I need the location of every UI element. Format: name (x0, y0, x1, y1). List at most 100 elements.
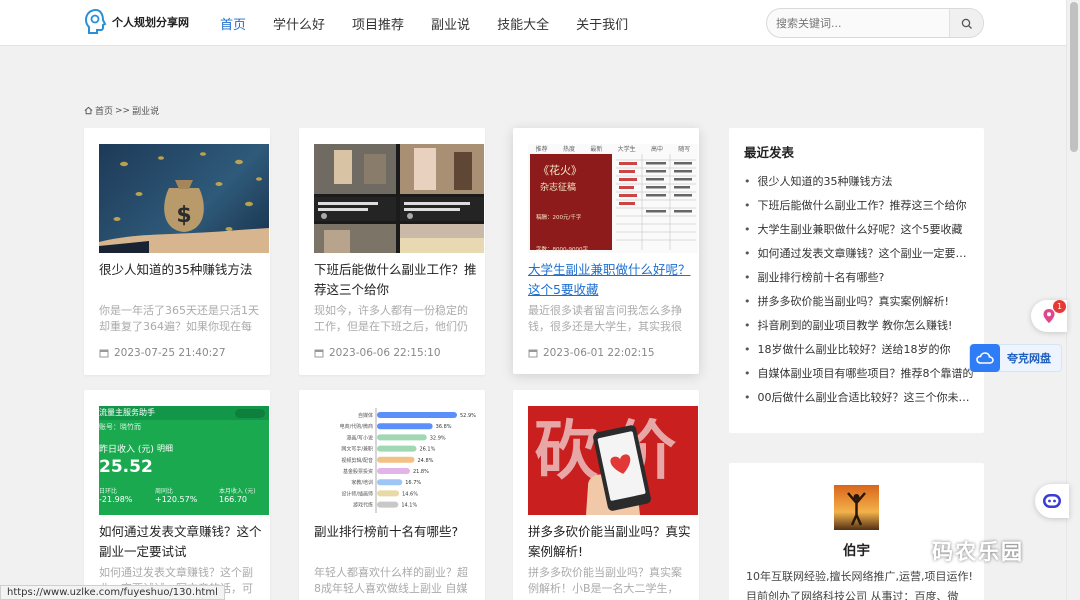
recent-post-link[interactable]: 副业排行榜前十名有哪些? (744, 270, 974, 294)
nav-home[interactable]: 首页 (220, 14, 246, 33)
nav-side-business[interactable]: 副业说 (431, 14, 470, 33)
wechat-watermark: 码农乐园 (890, 536, 1024, 566)
ranking-bar (377, 501, 399, 508)
article-title[interactable]: 下班后能做什么副业工作？推荐这三个给你 (314, 260, 484, 300)
article-title[interactable]: 很少人知道的35种赚钱方法 (99, 260, 269, 280)
assistant-float-button[interactable] (1035, 484, 1069, 518)
ranking-label: 漫画/写小说 (346, 434, 373, 441)
ranking-value: 14.1% (401, 503, 417, 509)
article-summary: 你是一年活了365天还是只活1天却重复了364遍？如果你现在每天感到 (99, 304, 259, 333)
article-card[interactable]: 自媒体 52.9% 电商/代购/微商 36.8% 漫画/写小说 32.9% 网文写手/兼职 2… (299, 390, 485, 600)
article-title[interactable]: 如何通过发表文章赚钱？这个副业一定要试试 (99, 522, 269, 562)
article-title[interactable]: 拼多多砍价能当副业吗？真实案例解析! (528, 522, 698, 562)
recent-post-link[interactable]: 如何通过发表文章赚钱？这个副业一定要试试 (744, 246, 975, 270)
article-card[interactable]: 流量主服务助手 账号：晓竹而 昨日收入 (元) 明细 25.52 日环比 周同比… (84, 390, 270, 600)
nav-project-recommend[interactable]: 项目推荐 (352, 14, 404, 33)
article-date-text: 2023-06-01 22:02:15 (543, 347, 655, 359)
phone-hand-image (586, 425, 651, 515)
earnings-topbar: 流量主服务助手 (99, 406, 269, 420)
author-widget: 伯宇 10年互联网经验,擅长网络推广,运营,项目运作!目前创办了网络科技公司 从… (729, 463, 984, 600)
ranking-bar (377, 434, 427, 441)
calendar-icon (528, 349, 538, 358)
ranking-bar (377, 412, 457, 418)
search-input[interactable] (767, 9, 950, 37)
home-icon (84, 106, 93, 115)
recent-post-link[interactable]: 抖音刷到的副业项目教学 教你怎么赚钱! (744, 318, 974, 342)
article-card[interactable]: 砍价 拼多多砍价能当副业吗？真实案例解析! 拼多多砍价能当副业吗？真实案例解析！… (513, 390, 699, 600)
recent-posts-list: 很少人知道的35种赚钱方法 下班后能做什么副业工作？推荐这三个给你 大学生副业兼… (744, 174, 975, 414)
recent-post-link[interactable]: 拼多多砍价能当副业吗？真实案例解析! (744, 294, 974, 318)
silhouette-icon (847, 492, 866, 526)
ranking-label: 电商/代购/微商 (340, 423, 373, 430)
nav-about[interactable]: 关于我们 (576, 14, 628, 33)
site-logo[interactable]: 个人规划分享网 (84, 8, 189, 36)
recent-post-link[interactable]: 下班后能做什么副业工作？推荐这三个给你 (744, 198, 974, 222)
dollar-sign: $ (176, 203, 191, 228)
site-header: 个人规划分享网 首页 学什么好 项目推荐 副业说 技能大全 关于我们 (0, 0, 1066, 46)
article-thumbnail[interactable]: $ (99, 144, 269, 253)
recent-post-link[interactable]: 00后做什么副业合适比较好？这三个你未必知道 (744, 390, 975, 414)
ranking-value: 16.7% (405, 480, 421, 486)
money-bag-image: $ (99, 152, 269, 253)
article-date: 2023-06-01 22:02:15 (528, 347, 655, 359)
article-date: 2023-07-25 21:40:27 (99, 347, 226, 359)
ranking-value: 21.8% (413, 469, 429, 475)
article-thumbnail[interactable] (314, 144, 484, 253)
recent-post-link[interactable]: 自媒体副业项目有哪些项目？推荐8个靠谱的 (744, 366, 974, 390)
logo-text: 个人规划分享网 (112, 16, 189, 29)
article-date: 2023-06-06 22:15:10 (314, 347, 441, 359)
breadcrumb-separator: >> (115, 105, 131, 116)
ranking-value: 14.6% (402, 491, 418, 497)
article-card[interactable]: $ 很少人知道的35种赚钱方法 你是一年活了365天还是只活1天却重复了364遍… (84, 128, 270, 375)
ranking-label: 游戏代练 (353, 502, 373, 509)
breadcrumb-current[interactable]: 副业说 (132, 104, 159, 117)
recent-post-link[interactable]: 大学生副业兼职做什么好呢？这个5要收藏 (744, 222, 974, 246)
recent-post-link[interactable]: 很少人知道的35种赚钱方法 (744, 174, 974, 198)
author-bio: 10年互联网经验,擅长网络推广,运营,项目运作!目前创办了网络科技公司 从事过：… (746, 570, 973, 600)
notification-badge: 1 (1053, 300, 1066, 313)
ranking-label: 自媒体 (358, 412, 373, 419)
nav-what-to-learn[interactable]: 学什么好 (273, 14, 325, 33)
status-bar-url: https://www.uzlke.com/fuyeshuo/130.html (0, 585, 225, 600)
ranking-label: 基金股票投资 (343, 468, 373, 475)
main-nav: 首页 学什么好 项目推荐 副业说 技能大全 关于我们 (220, 0, 655, 46)
recent-posts-widget: 最近发表 很少人知道的35种赚钱方法 下班后能做什么副业工作？推荐这三个给你 大… (729, 128, 984, 433)
cloud-icon (970, 344, 1000, 372)
breadcrumb-home[interactable]: 首页 (95, 104, 113, 117)
magazine-cover: 《花火》 杂志征稿 稿酬：200元/千字 字数：8000-9000字 (530, 154, 612, 253)
ranking-label: 家教/培训 (351, 479, 373, 486)
ranking-bar-image: 自媒体 52.9% 电商/代购/微商 36.8% 漫画/写小说 32.9% 网文写手/兼职 2… (340, 408, 476, 513)
search-icon (961, 18, 972, 29)
nav-skills[interactable]: 技能大全 (497, 14, 549, 33)
recent-post-link[interactable]: 18岁做什么副业比较好？送给18岁的你 (744, 342, 974, 366)
article-thumbnail[interactable]: 流量主服务助手 账号：晓竹而 昨日收入 (元) 明细 25.52 日环比 周同比… (99, 406, 269, 515)
article-card[interactable]: 下班后能做什么副业工作？推荐这三个给你 现如今，许多人都有一份稳定的工作，但是在… (299, 128, 485, 375)
search-button[interactable] (949, 9, 983, 37)
magazine-tabs: 推荐 热度 最新 大学生 高中 随写 (535, 146, 691, 153)
ranking-bar (377, 490, 400, 497)
ranking-bar (377, 423, 433, 430)
ranking-value: 26.1% (419, 447, 435, 453)
price-table-image (616, 154, 696, 250)
ranking-label: 设计师/插画师 (341, 490, 373, 497)
quark-cloud-button[interactable]: 夸克网盘 (969, 344, 1062, 372)
quark-cloud-label: 夸克网盘 (1007, 352, 1051, 365)
article-summary: 年轻人都喜欢什么样的副业？超8成年轻人喜欢做线上副业 自媒体一骑 (314, 566, 468, 595)
article-thumbnail[interactable]: 推荐 热度 最新 大学生 高中 随写 《花火》 杂志征稿 稿酬：200元/千字 字数：80… (528, 144, 698, 253)
article-thumbnail[interactable]: 砍价 (528, 406, 698, 515)
article-summary: 拼多多砍价能当副业吗？真实案例解析！小B是一名大二学生，每月生活 (528, 566, 682, 595)
ranking-value: 36.8% (436, 424, 452, 430)
article-title[interactable]: 副业排行榜前十名有哪些? (314, 522, 484, 542)
article-summary: 现如今，许多人都有一份稳定的工作，但是在下班之后，他们仍然有很 (314, 304, 468, 333)
avatar[interactable] (834, 485, 879, 530)
article-date-text: 2023-07-25 21:40:27 (114, 347, 226, 359)
location-float-button[interactable]: 1 (1031, 300, 1067, 332)
article-thumbnail[interactable]: 自媒体 52.9% 电商/代购/微商 36.8% 漫画/写小说 32.9% 网文写手/兼职 2… (314, 406, 484, 515)
ranking-bar (377, 456, 415, 463)
ranking-bar (377, 479, 403, 486)
article-date-text: 2023-06-06 22:15:10 (329, 347, 441, 359)
article-card[interactable]: 推荐 热度 最新 大学生 高中 随写 《花火》 杂志征稿 稿酬：200元/千字 字数：80… (513, 128, 699, 374)
calendar-icon (314, 349, 324, 358)
scrollbar-thumb[interactable] (1070, 2, 1078, 152)
article-title[interactable]: 大学生副业兼职做什么好呢？这个5要收藏 (528, 260, 698, 300)
